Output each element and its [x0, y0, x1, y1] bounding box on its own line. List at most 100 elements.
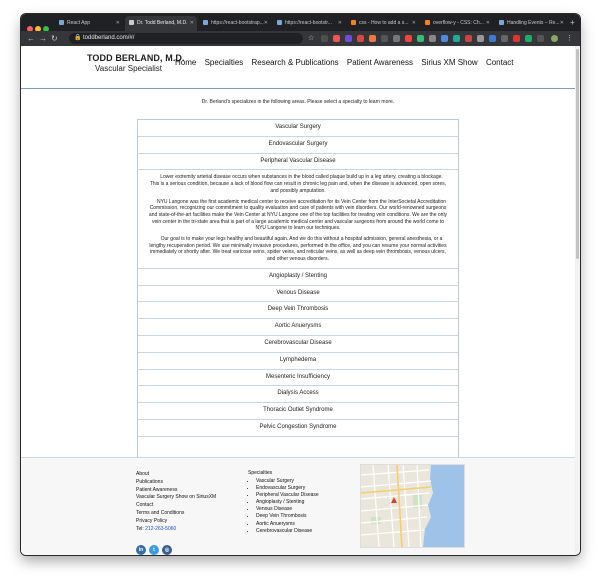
browser-tab[interactable]: css - How to add a s... ✕	[347, 16, 419, 31]
nav-patient-awareness[interactable]: Patient Awareness	[347, 58, 413, 67]
specialty-lymphedema[interactable]: Lymphedema	[138, 353, 458, 370]
extension-icon[interactable]	[525, 35, 532, 42]
footer-link-terms[interactable]: Terms and Conditions	[136, 510, 216, 518]
footer-specialty-item[interactable]: Angioplasty / Stenting	[256, 499, 319, 506]
close-tab-icon[interactable]: ✕	[486, 16, 490, 31]
nav-contact[interactable]: Contact	[486, 58, 514, 67]
extension-icon[interactable]	[417, 35, 424, 42]
extension-icon[interactable]	[369, 35, 376, 42]
footer-specialty-item[interactable]: Vascular Surgery	[256, 478, 319, 485]
specialty-vascular-surgery[interactable]: Vascular Surgery	[138, 120, 458, 137]
site-brand[interactable]: TODD BERLAND, M.D. Vascular Specialist	[87, 53, 185, 73]
site-header: TODD BERLAND, M.D. Vascular Specialist H…	[21, 46, 575, 89]
description-paragraph: Our goal is to make your legs healthy an…	[149, 236, 447, 263]
page-scrollbar[interactable]	[575, 46, 580, 555]
specialty-venous-disease[interactable]: Venous Disease	[138, 286, 458, 303]
specialty-mesenteric-insufficiency[interactable]: Mesenteric Insufficiency	[138, 370, 458, 387]
extension-icon[interactable]	[381, 35, 388, 42]
extension-icon[interactable]	[441, 35, 448, 42]
extension-icon[interactable]	[477, 35, 484, 42]
phone-label: Tel:	[136, 525, 144, 532]
extension-icon[interactable]	[537, 35, 544, 42]
browser-tab[interactable]: React App ✕	[55, 16, 123, 31]
close-tab-icon[interactable]: ✕	[190, 16, 194, 31]
footer-link-contact[interactable]: Contact	[136, 502, 216, 510]
extension-icon[interactable]	[465, 35, 472, 42]
footer-link-privacy[interactable]: Privacy Policy	[136, 518, 216, 526]
close-tab-icon[interactable]: ✕	[116, 16, 120, 31]
brand-subtitle: Vascular Specialist	[95, 64, 162, 73]
react-icon	[59, 20, 64, 25]
description-paragraph: Lower extremity arterial disease occurs …	[149, 174, 447, 194]
extension-icon[interactable]	[333, 35, 340, 42]
bookmark-star-icon[interactable]: ☆	[308, 33, 314, 44]
footer-specialty-item[interactable]: Venous Disease	[256, 506, 319, 513]
scrollbar-thumb[interactable]	[576, 49, 579, 259]
browser-tab[interactable]: https://react-bootstr... ✕	[273, 16, 345, 31]
footer-link-publications[interactable]: Publications	[136, 479, 216, 487]
footer-specialty-item[interactable]: Deep Vein Thrombosis	[256, 513, 319, 520]
specialty-aortic-aneurysms[interactable]: Aortic Anuerysms	[138, 319, 458, 337]
extension-icon[interactable]	[489, 35, 496, 42]
footer-specialties: Specialties Vascular Surgery Endovascula…	[248, 470, 319, 535]
footer-specialty-item[interactable]: Aortic Anuerysms	[256, 521, 319, 528]
specialty-peripheral-vascular-disease[interactable]: Peripheral Vascular Disease	[138, 154, 458, 171]
linkedin-icon[interactable]: in	[136, 545, 146, 555]
footer-link-patient-awareness[interactable]: Patient Awareness	[136, 487, 216, 495]
browser-tab[interactable]: Handling Events – Re... ✕	[495, 16, 567, 31]
extension-icon[interactable]	[513, 35, 520, 42]
description-paragraph: NYU Langone was the first academic medic…	[148, 198, 448, 232]
extension-icon[interactable]	[453, 35, 460, 42]
specialty-dialysis-access[interactable]: Dialysis Access	[138, 386, 458, 404]
specialty-deep-vein-thrombosis[interactable]: Deep Vein Thrombosis	[138, 302, 458, 320]
address-bar[interactable]: 🔒 toddberland.com/#/	[69, 33, 303, 44]
location-map[interactable]	[360, 464, 465, 548]
menu-kebab-icon[interactable]: ⋮	[566, 33, 573, 44]
footer-specialty-item[interactable]: Cerebrovascular Disease	[256, 528, 319, 535]
extension-icon[interactable]	[345, 35, 352, 42]
nav-home[interactable]: Home	[175, 58, 196, 67]
site-icon	[129, 20, 134, 25]
forward-icon[interactable]: →	[39, 33, 47, 44]
browser-tab[interactable]: overflow-y - CSS: Ch... ✕	[421, 16, 493, 31]
extension-icon[interactable]	[321, 35, 328, 42]
nav-specialties[interactable]: Specialties	[205, 58, 244, 67]
specialty-angioplasty-stenting[interactable]: Angioplasty / Stenting	[138, 269, 458, 286]
footer-link-about[interactable]: About	[136, 471, 216, 479]
specialties-accordion: Vascular Surgery Endovascular Surgery Pe…	[137, 119, 459, 459]
browser-toolbar: ← → ↻ 🔒 toddberland.com/#/ ☆ ⋮	[21, 31, 580, 46]
browser-tab-active[interactable]: Dr. Todd Berland, M.D. ✕	[125, 16, 197, 31]
new-tab-icon[interactable]: +	[570, 16, 575, 29]
footer-specialty-item[interactable]: Peripheral Vascular Disease	[256, 492, 319, 499]
close-tab-icon[interactable]: ✕	[412, 16, 416, 31]
specialty-pelvic-congestion-syndrome[interactable]: Pelvic Congestion Syndrome	[138, 420, 458, 437]
nav-sirius-xm-show[interactable]: Sirius XM Show	[421, 58, 477, 67]
stackoverflow-icon	[425, 20, 430, 25]
phone-link[interactable]: 212-263-5060	[145, 526, 176, 532]
specialty-cerebrovascular-disease[interactable]: Cerebrovascular Disease	[138, 336, 458, 353]
specialty-description: Lower extremity arterial disease occurs …	[138, 170, 458, 269]
footer-phone: Tel: 212-263-5060	[136, 526, 216, 534]
nav-research-publications[interactable]: Research & Publications	[252, 58, 339, 67]
extension-icon[interactable]	[357, 35, 364, 42]
reload-icon[interactable]: ↻	[51, 33, 58, 44]
footer-links: About Publications Patient Awareness Vas…	[136, 471, 216, 533]
extension-icon[interactable]	[405, 35, 412, 42]
brand-name: TODD BERLAND, M.D.	[87, 53, 185, 63]
web-page: TODD BERLAND, M.D. Vascular Specialist H…	[21, 46, 580, 555]
specialty-thoracic-outlet-syndrome[interactable]: Thoracic Outlet Syndrome	[138, 403, 458, 420]
close-tab-icon[interactable]: ✕	[338, 16, 342, 31]
twitter-icon[interactable]: t	[149, 545, 159, 555]
close-tab-icon[interactable]: ✕	[560, 16, 564, 31]
extension-icon[interactable]	[429, 35, 436, 42]
specialty-endovascular-surgery[interactable]: Endovascular Surgery	[138, 137, 458, 154]
footer-specialty-item[interactable]: Endovascular Surgery	[256, 485, 319, 492]
close-tab-icon[interactable]: ✕	[264, 16, 268, 31]
profile-avatar-icon[interactable]	[551, 35, 558, 42]
extension-icon[interactable]	[393, 35, 400, 42]
browser-tab[interactable]: https://react-bootstrap... ✕	[199, 16, 271, 31]
extension-icon[interactable]	[501, 35, 508, 42]
instagram-icon[interactable]: ◎	[162, 545, 172, 555]
footer-link-siriusxm-show[interactable]: Vascular Surgery Show on SiriusXM	[136, 494, 216, 502]
back-icon[interactable]: ←	[27, 33, 35, 44]
